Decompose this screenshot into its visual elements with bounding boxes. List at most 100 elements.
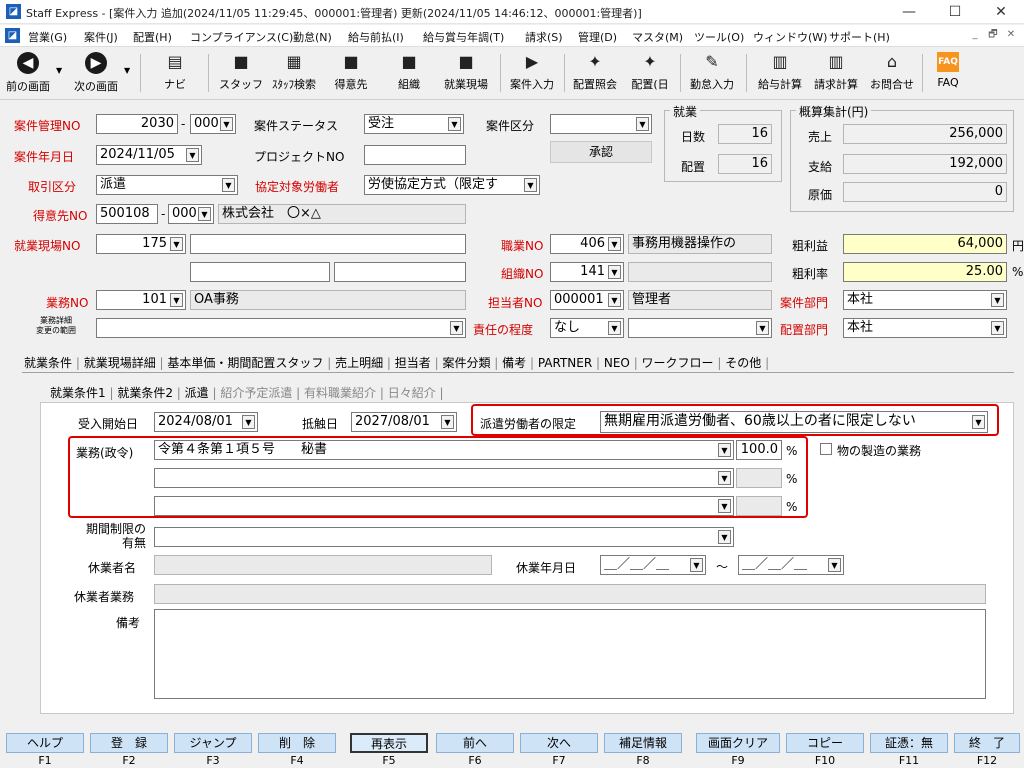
site-name-input[interactable] bbox=[190, 234, 466, 254]
conflict-date-input[interactable]: 2027/08/01 ▼ bbox=[351, 412, 457, 432]
close-button[interactable]: ✕ bbox=[978, 0, 1024, 24]
voucher-button[interactable]: 証憑：無 bbox=[870, 733, 948, 753]
deal-type-select[interactable]: 派遣 ▼ bbox=[96, 175, 238, 195]
work-gov-pct-1[interactable]: 100.0 bbox=[736, 440, 782, 460]
supplement-info-button[interactable]: 補足情報 bbox=[604, 733, 682, 753]
tab-partner[interactable]: PARTNER bbox=[538, 356, 592, 370]
case-type-select[interactable]: ▼ bbox=[550, 114, 652, 134]
agreement-select[interactable]: 労使協定方式（限定す ▼ bbox=[364, 175, 540, 195]
work-gov-select-3[interactable]: ▼ bbox=[154, 496, 734, 516]
menu-prepay[interactable]: 給与前払(I) bbox=[348, 29, 404, 45]
work-gov-select-2[interactable]: ▼ bbox=[154, 468, 734, 488]
minimize-button[interactable]: — bbox=[886, 0, 932, 24]
placement-daily-button[interactable]: ✦ 配置(日 bbox=[624, 50, 676, 96]
org-no-select[interactable]: 141 ▼ bbox=[550, 262, 624, 282]
tab-staff[interactable]: 担当者 bbox=[395, 356, 431, 370]
tab-unit-price[interactable]: 基本単価・期間配置スタッフ bbox=[167, 356, 323, 370]
tab-worksite-detail[interactable]: 就業現場詳細 bbox=[84, 356, 156, 370]
subtab-referral-dispatch[interactable]: 紹介予定派遣 bbox=[220, 386, 292, 400]
menu-admin[interactable]: 管理(D) bbox=[578, 29, 617, 45]
payroll-calc-button[interactable]: ▥ 給与計算 bbox=[752, 50, 808, 96]
tab-other[interactable]: その他 bbox=[725, 356, 761, 370]
menu-master[interactable]: マスタ(M) bbox=[632, 29, 683, 45]
jump-button[interactable]: ジャンプ bbox=[174, 733, 252, 753]
menu-case[interactable]: 案件(J) bbox=[84, 29, 118, 45]
subtab-conditions-2[interactable]: 就業条件2 bbox=[117, 386, 173, 400]
faq-button[interactable]: FAQ FAQ bbox=[926, 50, 970, 96]
responsibility-detail-select[interactable]: ▼ bbox=[628, 318, 772, 338]
job-no-select[interactable]: 406 ▼ bbox=[550, 234, 624, 254]
start-date-input[interactable]: 2024/08/01 ▼ bbox=[154, 412, 258, 432]
work-gov-select-1[interactable]: 令第４条第１項５号 秘書 ▼ bbox=[154, 440, 734, 460]
case-no-input[interactable]: 2030 bbox=[96, 114, 178, 134]
manufacturing-checkbox[interactable] bbox=[820, 443, 832, 455]
next-dropdown-icon[interactable]: ▼ bbox=[124, 66, 130, 75]
site-no-select[interactable]: 175 ▼ bbox=[96, 234, 186, 254]
customer-sub-select[interactable]: 000 ▼ bbox=[168, 204, 214, 224]
tab-neo[interactable]: NEO bbox=[604, 356, 630, 370]
case-date-input[interactable]: 2024/11/05 ▼ bbox=[96, 145, 202, 165]
site-sub-input-2[interactable] bbox=[334, 262, 466, 282]
customer-no-input[interactable]: 500108 bbox=[96, 204, 158, 224]
tab-sales-detail[interactable]: 売上明細 bbox=[335, 356, 383, 370]
notes-textarea[interactable] bbox=[154, 609, 986, 699]
tab-notes[interactable]: 備考 bbox=[502, 356, 526, 370]
project-no-input[interactable] bbox=[364, 145, 466, 165]
menu-placement[interactable]: 配置(H) bbox=[133, 29, 172, 45]
work-gov-pct-2[interactable] bbox=[736, 468, 782, 488]
menu-compliance[interactable]: コンプライアンス(C) bbox=[190, 29, 293, 45]
menu-attendance[interactable]: 勤怠(N) bbox=[293, 29, 332, 45]
menu-billing[interactable]: 請求(S) bbox=[525, 29, 563, 45]
worker-limit-select[interactable]: 無期雇用派遣労働者、60歳以上の者に限定しない ▼ bbox=[600, 411, 988, 433]
site-sub-input-1[interactable] bbox=[190, 262, 330, 282]
prev-dropdown-icon[interactable]: ▼ bbox=[56, 66, 62, 75]
delete-button[interactable]: 削 除 bbox=[258, 733, 336, 753]
staff-button[interactable]: ■ スタッフ bbox=[216, 50, 266, 96]
worksite-button[interactable]: ■ 就業現場 bbox=[438, 50, 494, 96]
exit-button[interactable]: 終 了 bbox=[954, 733, 1020, 753]
maximize-button[interactable]: ☐ bbox=[932, 0, 978, 24]
navi-button[interactable]: ▤ ナビ bbox=[150, 50, 200, 96]
case-dept-select[interactable]: 本社 ▼ bbox=[843, 290, 1007, 310]
register-button[interactable]: 登 録 bbox=[90, 733, 168, 753]
staff-search-button[interactable]: ▦ ｽﾀｯﾌ検索 bbox=[266, 50, 322, 96]
work-gov-pct-3[interactable] bbox=[736, 496, 782, 516]
tab-case-category[interactable]: 案件分類 bbox=[442, 356, 490, 370]
subtab-daily-referral[interactable]: 日々紹介 bbox=[388, 386, 436, 400]
help-button[interactable]: ヘルプ bbox=[6, 733, 84, 753]
case-input-button[interactable]: ▶ 案件入力 bbox=[504, 50, 560, 96]
case-status-select[interactable]: 受注 ▼ bbox=[364, 114, 464, 134]
work-no-select[interactable]: 101 ▼ bbox=[96, 290, 186, 310]
subtab-paid-placement[interactable]: 有料職業紹介 bbox=[304, 386, 376, 400]
tab-workflow[interactable]: ワークフロー bbox=[642, 356, 714, 370]
mdi-close-button[interactable]: ✕ bbox=[1002, 27, 1020, 43]
subtab-conditions-1[interactable]: 就業条件1 bbox=[50, 386, 106, 400]
menu-payroll[interactable]: 給与賞与年調(T) bbox=[423, 29, 504, 45]
prev-screen-button[interactable]: ◀ 前の画面 bbox=[0, 50, 56, 96]
mdi-minimize-button[interactable]: _ bbox=[966, 27, 984, 43]
menu-support[interactable]: サポート(H) bbox=[829, 29, 890, 45]
case-no-sub-select[interactable]: 000 ▼ bbox=[190, 114, 236, 134]
placement-dept-select[interactable]: 本社 ▼ bbox=[843, 318, 1007, 338]
menu-tools[interactable]: ツール(O) bbox=[694, 29, 744, 45]
organization-button[interactable]: ■ 組織 bbox=[384, 50, 434, 96]
next-button[interactable]: 次へ bbox=[520, 733, 598, 753]
work-scope-select[interactable]: ▼ bbox=[96, 318, 466, 338]
mdi-restore-button[interactable]: 🗗 bbox=[984, 27, 1002, 43]
approve-button[interactable]: 承認 bbox=[550, 141, 652, 163]
staff-no-select[interactable]: 000001 ▼ bbox=[550, 290, 624, 310]
tab-employment-conditions[interactable]: 就業条件 bbox=[24, 356, 72, 370]
next-screen-button[interactable]: ▶ 次の画面 bbox=[68, 50, 124, 96]
customer-button[interactable]: ■ 得意先 bbox=[326, 50, 376, 96]
previous-button[interactable]: 前へ bbox=[436, 733, 514, 753]
menu-sales[interactable]: 営業(G) bbox=[28, 29, 67, 45]
clear-screen-button[interactable]: 画面クリア bbox=[696, 733, 780, 753]
inquiry-button[interactable]: ⌂ お問合せ bbox=[864, 50, 920, 96]
subtab-dispatch[interactable]: 派遣 bbox=[185, 386, 209, 400]
responsibility-select[interactable]: なし ▼ bbox=[550, 318, 624, 338]
placement-inquiry-button[interactable]: ✦ 配置照会 bbox=[568, 50, 622, 96]
billing-calc-button[interactable]: ▥ 請求計算 bbox=[808, 50, 864, 96]
attendance-input-button[interactable]: ✎ 勤怠入力 bbox=[684, 50, 740, 96]
period-limit-select[interactable]: ▼ bbox=[154, 527, 734, 547]
refresh-button[interactable]: 再表示 bbox=[350, 733, 428, 753]
